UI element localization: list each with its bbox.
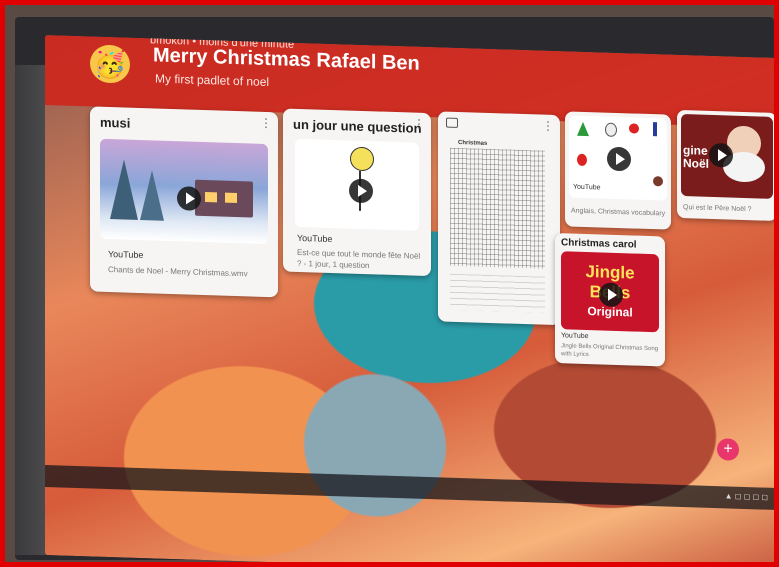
post-description: Est-ce que tout le monde fête Noël ? - 1… xyxy=(297,247,421,271)
cabin-window xyxy=(205,192,217,203)
system-tray: ▲ ◻ ◻ ◻ ◻ xyxy=(724,491,768,502)
page-subtitle: My first padlet of noel xyxy=(155,71,270,90)
tree-icon xyxy=(577,121,589,137)
wordsearch-grid xyxy=(450,147,545,269)
document-icon xyxy=(446,117,458,128)
cabin-window xyxy=(225,192,237,204)
post-description: Anglais, Christmas vocabulary xyxy=(571,207,666,218)
post-description: Jingle Bells Original Christmas Song wit… xyxy=(561,343,659,359)
play-icon[interactable] xyxy=(709,142,733,168)
play-icon[interactable] xyxy=(599,282,623,308)
page-title: Merry Christmas Rafael Ben xyxy=(153,44,420,75)
video-thumbnail[interactable]: Jingle Bells Original xyxy=(561,251,659,333)
post-menu-icon[interactable]: ⋮ xyxy=(260,116,272,130)
post-menu-icon[interactable]: ⋮ xyxy=(413,117,425,131)
post-card-vocab[interactable]: YouTube Anglais, Christmas vocabulary xyxy=(565,111,671,230)
party-emoji-icon[interactable]: 🥳 xyxy=(90,44,130,84)
pine-tree xyxy=(110,159,138,220)
photo-frame: 🥳 bmokon • moins d'une minute Merry Chri… xyxy=(0,0,779,567)
snowy-cabin xyxy=(195,179,253,218)
padlet-screen: 🥳 bmokon • moins d'une minute Merry Chri… xyxy=(45,35,774,562)
post-card-question[interactable]: un jour une question ⋮ YouTube Est-ce qu… xyxy=(283,108,431,277)
video-thumbnail[interactable]: YouTube xyxy=(569,115,667,201)
post-description: Qui est le Père Noël ? xyxy=(683,204,752,214)
post-title: un jour une question xyxy=(293,116,422,136)
video-thumbnail[interactable] xyxy=(100,138,268,245)
wordsearch-wordlist xyxy=(450,273,545,313)
add-post-button[interactable]: + xyxy=(717,438,739,461)
post-card-santa[interactable]: gine Noël Qui est le Père Noël ? xyxy=(677,109,774,222)
post-title: musi xyxy=(100,114,131,131)
ornament-icon xyxy=(629,123,639,134)
play-icon[interactable] xyxy=(607,146,631,172)
play-icon[interactable] xyxy=(349,178,373,204)
taskbar: ▲ ◻ ◻ ◻ ◻ xyxy=(45,465,774,511)
video-thumbnail[interactable]: gine Noël xyxy=(681,113,773,199)
santa-icon xyxy=(577,153,587,167)
pine-tree xyxy=(140,169,164,221)
post-title: Christmas carol xyxy=(561,237,637,251)
post-menu-icon[interactable]: ⋮ xyxy=(542,119,554,133)
post-source: YouTube xyxy=(108,248,144,261)
post-card-carol[interactable]: Christmas carol Jingle Bells Original Yo… xyxy=(555,233,665,367)
video-thumbnail[interactable] xyxy=(295,138,419,231)
snowman-icon xyxy=(605,122,617,137)
post-description: Chants de Noel - Merry Christmas.wmv xyxy=(108,264,248,279)
lightbulb-icon xyxy=(350,146,374,172)
post-source: YouTube xyxy=(297,232,333,245)
wordsearch-title: Christmas xyxy=(458,139,488,147)
post-source: YouTube xyxy=(573,183,601,192)
post-card-musi[interactable]: musi ⋮ YouTube Chants de Noel - Merry Ch… xyxy=(90,106,278,298)
play-icon[interactable] xyxy=(177,186,201,211)
post-source: YouTube xyxy=(561,332,589,341)
pudding-icon xyxy=(653,176,663,187)
post-card-wordsearch[interactable]: ⋮ Christmas xyxy=(438,111,560,326)
candy-cane-icon xyxy=(653,122,657,137)
